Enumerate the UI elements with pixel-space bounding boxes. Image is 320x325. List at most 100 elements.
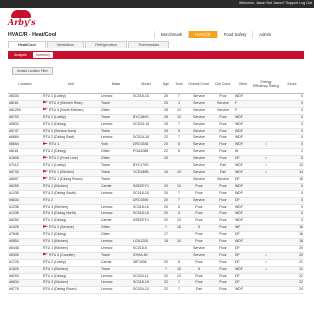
col-energy-rating[interactable]: Energy Efficiency Rating	[252, 77, 280, 94]
cell-text: #5833	[9, 121, 19, 126]
table-row[interactable]: #5833 RTU 3 (Dining) Lennox SCS24-16 25 7 Serv…	[8, 121, 304, 129]
table-cell: 0	[280, 114, 304, 122]
cell-text: #6703	[9, 114, 19, 119]
table-row[interactable]: #6634 RTU 3 (Kitchen) Lennox SC018-16 22 7 Poo…	[8, 279, 304, 288]
table-cell: WDF	[234, 134, 252, 143]
col-make[interactable]: Make	[100, 77, 132, 94]
inventory-table: Location Unit Make Model Age Tons Overal…	[8, 77, 304, 295]
table-cell: RTU 3 (Dining)	[42, 121, 100, 129]
table-cell: RTU 4 (Dining Room)	[42, 286, 100, 295]
col-age[interactable]: Age	[160, 77, 172, 94]
table-cell: Poor	[212, 204, 234, 212]
flag-icon	[43, 170, 48, 173]
cell-text: RTU 1 (Kitchen)	[43, 245, 69, 250]
table-cell	[252, 190, 280, 198]
cell-text: 25	[164, 100, 168, 105]
tab-thermostats[interactable]: Thermostats	[128, 41, 170, 48]
table-row[interactable]: #1238 RTU 3 (Dining North) Lennox SC018-16 2…	[8, 210, 304, 219]
table-cell: 5	[172, 204, 186, 212]
tab-heat-cool[interactable]: Heat/Cool	[8, 41, 46, 48]
table-cell: Poor	[212, 273, 234, 281]
table-row[interactable]: #6703 RTU 2 (Lobby) Trane BYC180G 28 10 Servic…	[8, 114, 304, 122]
table-row[interactable]: #7113 RTU 1 (Lobby) Trane BYC170G Service Fai…	[8, 162, 304, 170]
table-row[interactable]: #1725 RTU 2 (Lobby) Carrier 48TJ006 20 5 Poor P…	[8, 259, 304, 267]
table-row[interactable]: #6854 RTU 1 (Kitchen) Lennox LGA120S 18 10 Poo…	[8, 238, 304, 246]
table-cell: WDF	[234, 114, 252, 122]
table-cell: Service	[186, 245, 212, 253]
table-cell	[132, 176, 160, 184]
col-model[interactable]: Model	[132, 77, 160, 94]
cell-text: #7113	[9, 163, 19, 168]
table-row[interactable]: #6743 RTU 1 (Kitchen) Trane YCD180B 16 10 Ser…	[8, 169, 304, 177]
nav-benchmark[interactable]: Benchmark	[154, 31, 188, 38]
table-cell: 0	[280, 204, 304, 212]
cell-text: Service	[193, 107, 205, 112]
table-row[interactable]: #1425 RTU 2 (Service) Other? 18 5 Poor WF 16	[8, 224, 304, 233]
table-cell: WDF	[234, 121, 252, 129]
table-cell: RTU 1 (Dining Room)	[42, 176, 100, 184]
table-row[interactable]: #81269 RTU 3 (North Kitchen) Other 25 12 Ser…	[8, 107, 304, 115]
table-cell: Poor	[212, 121, 234, 129]
col-other[interactable]: Other	[234, 77, 252, 94]
table-row[interactable]: #6259 RTU 2 (Dining) Carrier SSEDFY1 20 10 Poo…	[8, 217, 304, 226]
table-row[interactable]: #8333 RTU 1 (Lobby) Lennox SC018-16 26 7 Servi…	[8, 93, 304, 101]
cell-text: Poor	[219, 128, 227, 133]
table-row[interactable]: #6669 RTU 2 (Dining East) Lennox SCS24-16 22…	[8, 134, 304, 143]
subtab-analysis[interactable]: Analysis	[11, 52, 30, 58]
cell-text: Trane	[101, 100, 111, 105]
nav-admin[interactable]: Admin	[252, 31, 277, 38]
subtab-inventory[interactable]: Inventory	[33, 52, 53, 58]
cell-text: Poor	[219, 273, 227, 278]
col-score[interactable]: Score	[280, 77, 304, 94]
cell-text: 20	[299, 252, 303, 257]
cell-text: WDF	[235, 266, 243, 271]
table-row[interactable]: #6776 RTU 4 (Dining Room) Lennox SC024-10 22…	[8, 286, 304, 295]
arbys-logo[interactable]: Arby's	[8, 10, 36, 30]
cell-text: 21	[299, 259, 303, 264]
table-row[interactable]: #7548 RTU 2 (Dining) Other 17 Poor Poor DF 16	[8, 231, 304, 240]
table-row[interactable]: #6697 RTU 1 (Dining Room) Trane Service Ser…	[8, 176, 304, 184]
cell-text: RTU 1 (Kitchen)	[43, 183, 69, 188]
cell-text: 0	[301, 94, 303, 98]
cell-text: Service	[217, 107, 229, 112]
col-coil-cond[interactable]: Coil Cond.	[212, 77, 234, 94]
table-row[interactable]: #6305 RTU 4 (Counter) Trane SXHA-60 Service…	[8, 252, 304, 260]
table-row[interactable]: #8161 RTU 3 (Kitchen Rear) Trane 25 4 Servic…	[8, 100, 304, 108]
location-filter-button[interactable]: Unsaid Location Filter	[12, 67, 53, 75]
col-tons[interactable]: Tons	[172, 77, 186, 94]
table-row[interactable]: #6448 RTU 1 (Kitchen) Lennox SC018-6 Service…	[8, 245, 304, 253]
col-overall-cond[interactable]: Overall Cond.	[186, 77, 212, 94]
table-row[interactable]: #8161 RTU 2 (Dining) Other PGA4088 22 6 Servic…	[8, 148, 304, 157]
cell-text: Lennox	[101, 245, 113, 250]
cell-text: Service	[193, 252, 205, 257]
table-row[interactable]: #1825 RTU 1 (Kitchen) Trane? 15 5 Poor WDF ○ 21	[8, 266, 304, 274]
tab-ventilation[interactable]: Ventilation	[46, 41, 85, 48]
cell-text: 12	[177, 107, 181, 112]
table-row[interactable]: #6259 RTU 1 (Kitchen) Carrier SSEDFY1 20 10 Po…	[8, 183, 304, 191]
table-cell: Poor	[186, 238, 212, 246]
nav-hvacr[interactable]: HVAC/R	[188, 31, 217, 38]
table-row[interactable]: #1238 RTU 2 (Dining South) Lennox SC018-16 2…	[8, 190, 304, 198]
table-cell: #6634	[8, 197, 42, 205]
cell-text: DF	[235, 197, 240, 202]
table-cell: 7	[172, 93, 186, 101]
col-location[interactable]: Location	[8, 77, 42, 94]
cell-text: Trane	[101, 163, 111, 168]
tab-refrigeration[interactable]: Refrigeration	[85, 41, 128, 48]
table-cell	[252, 148, 280, 157]
table-cell: #6669	[8, 134, 42, 143]
table-row[interactable]: #1238 RTU 3 (Kitchen) Lennox SC018-16 20 5 Poo…	[8, 204, 304, 212]
cell-text: 22	[299, 280, 303, 285]
table-row[interactable]: #1808 RTU 2 (Front Line) Other 25 Service Po…	[8, 155, 304, 164]
table-row[interactable]: #6747 RTU 2 (Service Area) Trane 25 5 Service…	[8, 128, 304, 136]
table-row[interactable]: #8654 RTU 1 York DRC0336 20 6 Service Poor WDF ○…	[8, 141, 304, 150]
table-row[interactable]: #6293 RTU 4 (Dining) Lennox SC024-11 22 10 Poo…	[8, 273, 304, 281]
table-cell: RTU 1 (Kitchen)	[42, 238, 100, 246]
table-cell: Fair	[186, 286, 212, 295]
col-unit[interactable]: Unit	[42, 77, 100, 94]
cell-text: Lennox	[101, 239, 113, 244]
cell-text: WDF	[235, 190, 243, 195]
table-row[interactable]: #6634 RTU 2 DRC0390 20 7 Service Poor DF 0	[8, 197, 304, 205]
nav-food-safety[interactable]: Food Safety	[216, 31, 253, 38]
cell-text: Lennox	[101, 135, 113, 140]
